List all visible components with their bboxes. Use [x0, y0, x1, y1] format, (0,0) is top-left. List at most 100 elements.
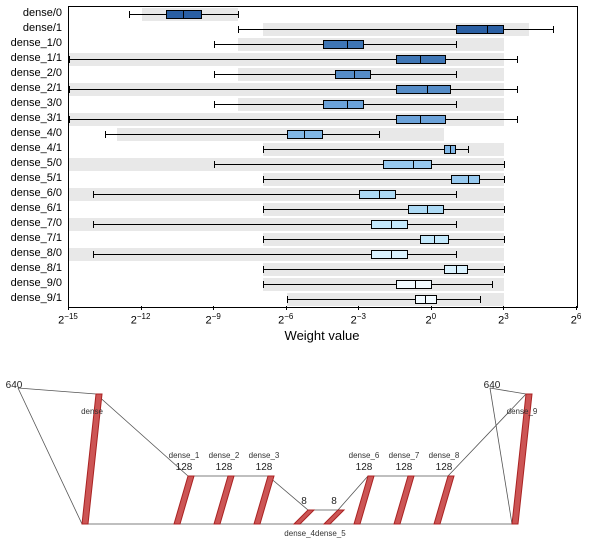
y-tick-label: dense_5/0 — [0, 156, 62, 171]
units-label: 128 — [396, 462, 413, 473]
iqr-box — [396, 55, 447, 65]
x-tick-label: 26 — [571, 312, 582, 327]
x-tick-label: 2−6 — [278, 312, 293, 327]
boxplot-row — [69, 247, 577, 262]
whisker-cap — [480, 296, 481, 304]
y-tick-label: dense_4/0 — [0, 126, 62, 141]
y-tick-label: dense_7/0 — [0, 216, 62, 231]
boxplot-row — [69, 217, 577, 232]
x-tick — [141, 306, 142, 310]
x-axis-label: Weight value — [68, 328, 576, 343]
whisker-cap — [69, 116, 70, 124]
whisker-cap — [553, 26, 554, 34]
y-tick-label: dense_1/0 — [0, 36, 62, 51]
iqr-box — [396, 85, 452, 95]
whisker-cap — [93, 221, 94, 229]
whisker-cap — [263, 281, 264, 289]
whisker-cap — [504, 206, 505, 214]
x-tick — [358, 306, 359, 310]
whisker-cap — [214, 41, 215, 49]
layer-name: dense_7 — [389, 451, 420, 460]
whisker-cap — [214, 161, 215, 169]
iqr-box — [287, 130, 323, 140]
median-line — [468, 175, 469, 185]
whisker-cap — [214, 71, 215, 79]
boxplot-row — [69, 292, 577, 307]
y-tick-label: dense_8/1 — [0, 261, 62, 276]
whisker-cap — [129, 11, 130, 19]
layer-slab — [354, 476, 374, 524]
boxplot-row — [69, 52, 577, 67]
layer-name: dense_6 — [349, 451, 380, 460]
whisker-cap — [456, 101, 457, 109]
x-tick — [286, 306, 287, 310]
y-tick-label: dense_6/0 — [0, 186, 62, 201]
median-line — [456, 265, 457, 275]
boxplot-row — [69, 157, 577, 172]
y-tick-label: dense_7/1 — [0, 231, 62, 246]
iqr-box — [371, 250, 407, 260]
y-tick-label: dense_1/1 — [0, 51, 62, 66]
whisker-cap — [468, 146, 469, 154]
boxplot-row — [69, 142, 577, 157]
layer-name: dense_1 — [169, 451, 200, 460]
median-line — [391, 250, 392, 260]
units-label: 8 — [331, 496, 337, 507]
whisker — [69, 59, 517, 60]
y-tick-label: dense_6/1 — [0, 201, 62, 216]
median-line — [420, 55, 421, 65]
boxplot-row — [69, 172, 577, 187]
whisker-cap — [456, 41, 457, 49]
y-tick-label: dense_3/0 — [0, 96, 62, 111]
y-tick-label: dense_9/0 — [0, 276, 62, 291]
whisker — [263, 209, 505, 210]
layer-name: dense_8 — [429, 451, 460, 460]
whisker — [93, 194, 456, 195]
boxplot-row — [69, 82, 577, 97]
figure: dense/0dense/1dense_1/0dense_1/1dense_2/… — [0, 0, 596, 544]
whisker-cap — [238, 11, 239, 19]
boxplot-row — [69, 97, 577, 112]
whisker-cap — [93, 251, 94, 259]
network-svg: 64064012812812888128128128densedense_1de… — [4, 376, 592, 540]
whisker-cap — [263, 236, 264, 244]
units-label: 128 — [436, 462, 453, 473]
boxplot-row — [69, 187, 577, 202]
layer-name: dense_4dense_5 — [284, 529, 346, 538]
whisker-cap — [492, 281, 493, 289]
whisker-cap — [263, 266, 264, 274]
median-line — [413, 160, 414, 170]
boxplot-chart — [68, 6, 578, 308]
iqr-box — [456, 25, 504, 35]
whisker — [263, 239, 505, 240]
units-label: 128 — [176, 462, 193, 473]
whisker-cap — [105, 131, 106, 139]
median-line — [434, 235, 435, 245]
layer-slab — [254, 476, 274, 524]
whisker — [69, 119, 517, 120]
boxplot-row — [69, 112, 577, 127]
iqr-box — [335, 70, 371, 80]
boxplot-row — [69, 277, 577, 292]
whisker-cap — [504, 266, 505, 274]
whisker — [263, 284, 493, 285]
whisker-cap — [238, 26, 239, 34]
layer-slab — [214, 476, 234, 524]
y-tick-label: dense_5/1 — [0, 171, 62, 186]
median-line — [354, 70, 355, 80]
y-tick-label: dense_2/1 — [0, 81, 62, 96]
x-tick — [431, 306, 432, 310]
whisker — [105, 134, 378, 135]
whisker-cap — [287, 296, 288, 304]
layer-slab — [294, 510, 314, 524]
whisker-cap — [69, 86, 70, 94]
median-line — [487, 25, 488, 35]
median-line — [347, 40, 348, 50]
whisker-cap — [456, 251, 457, 259]
whisker-cap — [263, 176, 264, 184]
y-tick-label: dense/0 — [0, 6, 62, 21]
whisker-cap — [504, 176, 505, 184]
x-tick-label: 2−15 — [58, 312, 78, 327]
whisker-cap — [517, 116, 518, 124]
layer-slab — [174, 476, 194, 524]
